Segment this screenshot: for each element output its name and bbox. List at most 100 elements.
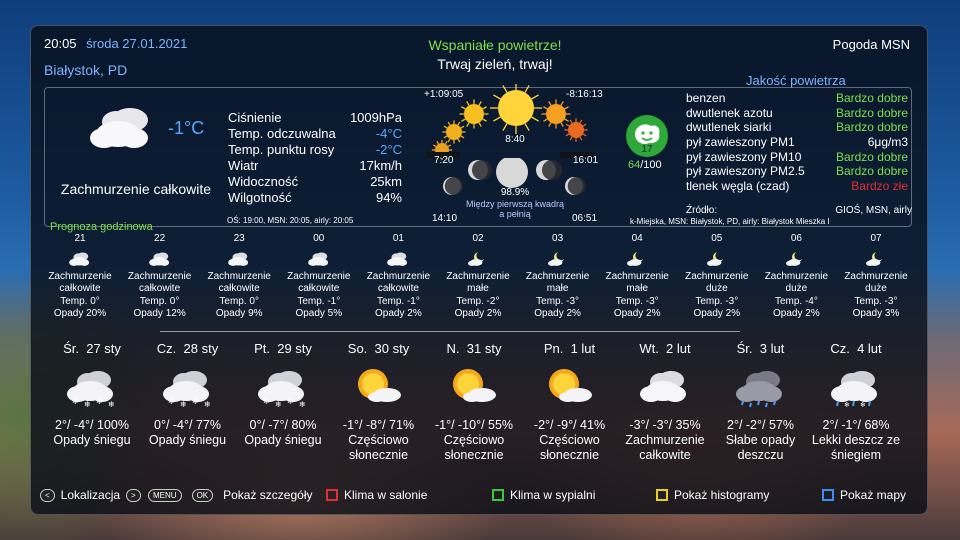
param-value: 25km (370, 173, 402, 189)
hour-rain: Opady 5% (295, 308, 343, 319)
param-label: Temp. odczuwalna (228, 125, 336, 141)
aqi-value: Bardzo dobre (835, 105, 908, 120)
svg-text:❄: ❄ (192, 397, 199, 406)
hour-cond1: Zachmurzenie (685, 270, 749, 282)
hour-label: 02 (472, 233, 484, 244)
hour-temp: Temp. -4° (774, 295, 818, 307)
hour-cond2: całkowite (59, 283, 101, 294)
snow-icon: ❄ ❄ ❄ ❄ (253, 358, 313, 414)
hour-rain: Opady 12% (133, 308, 186, 319)
blue-label: Pokaż mapy (840, 488, 907, 502)
param-value: 17km/h (359, 157, 402, 173)
left-key[interactable]: < (40, 488, 55, 502)
param-value: 1009hPa (349, 109, 402, 125)
snow-icon: ❄ ❄ ❄ ❄ (158, 358, 218, 414)
svg-text:❄: ❄ (860, 401, 866, 409)
green-button[interactable]: Klima w sypialni (492, 488, 595, 502)
aqi-table: benzen Bardzo dobre dwutlenek azotu Bardzo … (686, 91, 908, 193)
location-label: Lokalizacja (60, 488, 121, 502)
aqi-value: Bardzo dobre (835, 120, 908, 135)
aqi-source: Źródło: GIOŚ, MSN, airly (686, 205, 912, 216)
param-row: Wilgotność 94% (228, 189, 402, 205)
daily-item: Śr. 27 sty ❄ ❄ ❄ ❄ 2°/ -4°/ 100% Opady śniegu (44, 341, 140, 448)
hour-cond1: Zachmurzenie (764, 270, 829, 282)
day-c1: Częściowo (443, 433, 505, 447)
hourly-item: 23 Zachmurzenie całkowite Temp. 0° Opady 9% (201, 233, 277, 321)
hourly-item: 04 Zachmurzenie małe Temp. -3° Opady 2% (599, 233, 675, 321)
footer-location[interactable]: < Lokalizacja > (40, 488, 141, 502)
daily-item: Pn. 1 lut -2°/ -9°/ 41% Częściowo słoneczni… (522, 341, 618, 463)
day-label: Pt. 29 sty (254, 341, 312, 356)
moon-cloud-icon (863, 249, 889, 269)
clock: 20:05 (44, 36, 77, 51)
moon-cloud-icon (624, 249, 650, 269)
blue-square-icon (822, 489, 834, 501)
param-row: Wiatr 17km/h (228, 157, 402, 173)
daily-item: Śr. 3 lut 2°/ -2°/ 57% Słabe opady deszczu (713, 341, 809, 463)
hour-cond2: całkowite (218, 283, 260, 294)
moon-cloud-icon (465, 249, 491, 269)
param-label: Ciśnienie (228, 109, 282, 125)
hour-rain: Opady 2% (613, 308, 661, 319)
hour-cond2: małe (467, 283, 489, 294)
day-c1: Słabe opady (725, 433, 796, 447)
red-button[interactable]: Klima w salonie (326, 488, 427, 502)
moonset-time: 14:10 (432, 213, 458, 224)
hour-cond2: duże (785, 283, 808, 294)
aqi-value: Bardzo dobre (835, 91, 908, 106)
ok-key[interactable]: OK (191, 488, 214, 502)
svg-text:❄: ❄ (168, 397, 175, 406)
day-c1: Opady śniegu (148, 433, 227, 447)
hour-rain: Opady 9% (215, 308, 263, 319)
svg-text:❄: ❄ (299, 400, 306, 409)
solar-noon: 8:40 (505, 134, 525, 145)
cloud-icon (226, 249, 252, 269)
param-label: Wilgotność (228, 189, 292, 205)
snow-icon: ❄ ❄ ❄ ❄ (62, 358, 122, 414)
blue-button[interactable]: Pokaż mapy (822, 488, 906, 502)
param-label: Temp. punktu rosy (228, 141, 335, 157)
cloud-icon (306, 249, 332, 269)
hour-cond1: Zachmurzenie (287, 270, 351, 282)
green-label: Klima w sypialni (510, 488, 596, 502)
aqi-pollutant: benzen (686, 91, 726, 106)
hourly-item: 01 Zachmurzenie całkowite Temp. -1° Opady 2% (360, 233, 436, 321)
hour-rain: Opady 2% (693, 308, 741, 319)
divider (160, 331, 740, 332)
update-note: OŚ: 19:00, MSN: 20:05, airly: 20:05 (227, 216, 354, 225)
sleet-icon: ❄ ❄ (826, 358, 886, 414)
hour-cond2: duże (865, 283, 887, 294)
aqi-row: dwutlenek siarki Bardzo dobre (686, 120, 908, 135)
yellow-button[interactable]: Pokaż histogramy (656, 488, 769, 502)
aqi-pollutant: pył zawieszony PM2.5 (686, 164, 805, 179)
hour-cond1: Zachmurzenie (207, 270, 271, 282)
daily-item: So. 30 sty -1°/ -8°/ 71% Częściowo słoneczn… (331, 341, 427, 463)
current-params-table: Ciśnienie 1009hPa Temp. odczuwalna -4°C Temp… (228, 109, 402, 205)
location-name[interactable]: Białystok, PD (44, 62, 127, 78)
hourly-item: 06 Zachmurzenie duże Temp. -4° Opady 2% (758, 233, 834, 321)
day-temps: 2°/ -4°/ 100% (55, 418, 129, 432)
moon-illumination: 98.9% (500, 187, 530, 198)
details-label: Pokaż szczegóły (223, 488, 313, 502)
aqi-pollutant: pył zawieszony PM10 (686, 149, 802, 164)
footer-details[interactable]: MENU OK Pokaż szczegóły (148, 488, 313, 502)
svg-text:❄: ❄ (72, 397, 79, 406)
day-c1: Opady śniegu (53, 433, 131, 447)
hour-rain: Opady 20% (53, 308, 107, 319)
sun-cloud-icon (349, 358, 409, 414)
menu-key[interactable]: MENU (148, 488, 182, 502)
right-key[interactable]: > (126, 488, 141, 502)
cloud-icon (635, 358, 695, 414)
moon-phase-name: Między pierwszą kwadrą a pełnią (465, 199, 565, 219)
hourly-item: 03 Zachmurzenie małe Temp. -3° Opady 2% (520, 233, 596, 321)
param-label: Widoczność (228, 173, 299, 189)
svg-text:❄: ❄ (287, 397, 294, 406)
red-square-icon (326, 489, 338, 501)
hour-label: 21 (74, 233, 86, 244)
moon-cloud-icon (783, 249, 809, 269)
current-condition: Zachmurzenie całkowite (60, 181, 212, 197)
hour-cond1: Zachmurzenie (525, 270, 590, 282)
day-c2: słonecznie (539, 448, 600, 462)
moon-cloud-icon (704, 249, 730, 269)
aqi-pollutant: dwutlenek azotu (686, 105, 773, 120)
